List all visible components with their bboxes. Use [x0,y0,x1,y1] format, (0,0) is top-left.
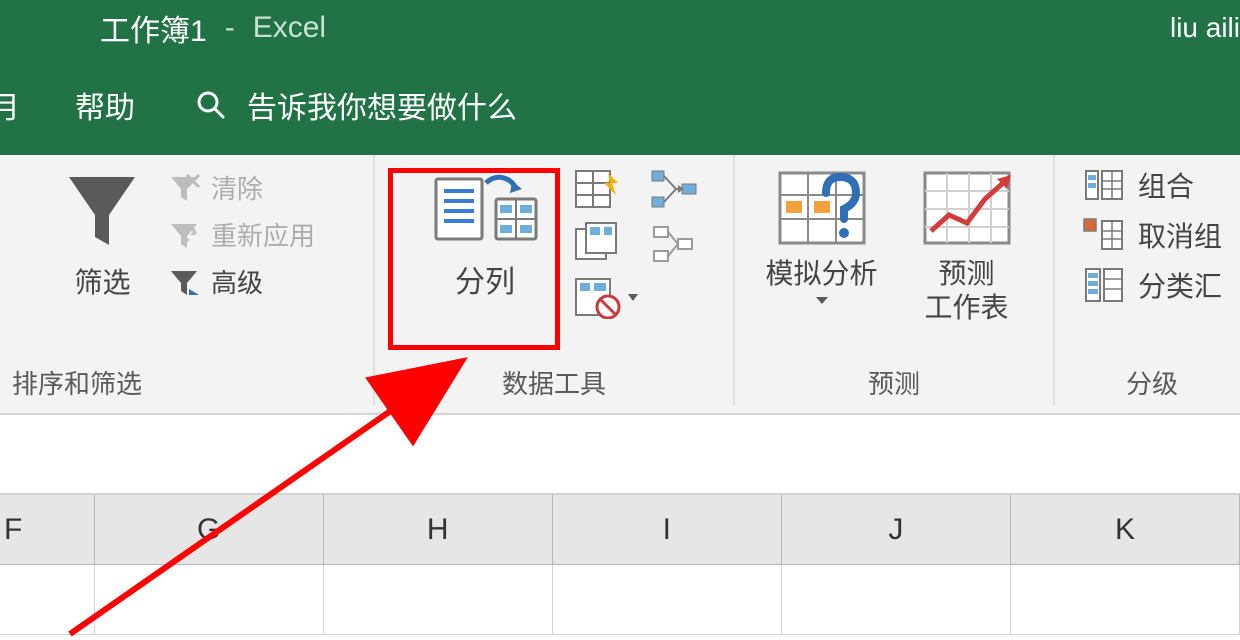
cell[interactable] [782,565,1011,635]
group-label-data-tools: 数据工具 [389,358,719,405]
clear-label: 清除 [211,169,263,206]
remove-duplicates-icon [574,221,622,265]
sheet-row-1 [0,565,1240,635]
subtotal-label: 分类汇 [1138,265,1222,305]
whatif-label: 模拟分析 [765,257,877,291]
col-header-j[interactable]: J [782,495,1011,564]
relationships-button[interactable] [650,221,698,265]
group-label-sort-filter: 排序和筛选 [6,358,359,405]
advanced-icon [167,265,201,299]
text-to-columns-label: 分列 [455,257,515,301]
cell[interactable] [1011,565,1240,635]
group-sort-filter: 筛选 清除 重新应用 [0,155,375,405]
reapply-label: 重新应用 [211,216,315,253]
formula-bar-area [0,415,1240,495]
filter-button[interactable]: 筛选 [50,165,155,301]
title-separator: - [225,11,235,45]
group-icon [1082,165,1126,205]
search-icon [195,89,227,121]
group-label-outline: 分级 [1069,358,1235,405]
consolidate-button[interactable] [650,167,698,211]
advanced-filter-button[interactable]: 高级 [167,263,315,300]
text-to-columns-icon [430,169,540,247]
flash-fill-icon [574,167,622,211]
col-header-g[interactable]: G [95,495,324,564]
col-header-k[interactable]: K [1011,495,1240,564]
relationships-icon [650,221,698,265]
flash-fill-button[interactable] [574,167,640,211]
user-name: liu aili [1170,12,1240,44]
subtotal-icon [1082,265,1126,305]
data-validation-icon [574,275,622,319]
cell[interactable] [0,565,95,635]
clear-icon [167,171,201,205]
consolidate-icon [650,167,698,211]
reapply-button[interactable]: 重新应用 [167,216,315,253]
dropdown-icon [626,290,640,304]
data-validation-button[interactable] [574,275,640,319]
group-label-forecast: 预测 [749,358,1039,405]
col-header-f[interactable]: F [0,495,95,564]
ungroup-icon [1082,215,1126,255]
tell-me-input[interactable]: 告诉我你想要做什么 [247,83,517,127]
title-bar: 工作簿1 - Excel liu aili [0,0,1240,55]
whatif-analysis-button[interactable]: 模拟分析 [749,165,894,305]
reapply-icon [167,218,201,252]
workbook-name: 工作簿1 [100,6,207,50]
group-outline: 组合 取消组 [1055,155,1235,405]
ribbon: 筛选 清除 重新应用 [0,155,1240,415]
menu-item-help[interactable]: 帮助 [75,83,135,127]
ungroup-button[interactable]: 取消组 [1082,215,1222,255]
menu-item-partial[interactable]: 月 [0,83,20,127]
forecast-sheet-label: 预测 工作表 [924,257,1008,324]
cell[interactable] [553,565,782,635]
col-header-h[interactable]: H [324,495,553,564]
col-header-i[interactable]: I [553,495,782,564]
clear-filter-button[interactable]: 清除 [167,169,315,206]
column-headers: F G H I J K [0,495,1240,565]
forecast-sheet-icon [917,165,1017,251]
group-data-tools: 分列 [375,155,735,405]
ungroup-label: 取消组 [1138,215,1222,255]
subtotal-button[interactable]: 分类汇 [1082,265,1222,305]
filter-label: 筛选 [74,261,130,301]
remove-duplicates-button[interactable] [574,221,640,265]
text-to-columns-button[interactable]: 分列 [410,165,560,301]
forecast-sheet-button[interactable]: 预测 工作表 [894,165,1039,324]
funnel-icon [59,165,145,255]
group-forecast: 模拟分析 预测 工作表 [735,155,1055,405]
cell[interactable] [95,565,324,635]
dropdown-icon [814,295,830,305]
app-name: Excel [253,11,326,45]
advanced-label: 高级 [211,263,263,300]
cell[interactable] [324,565,553,635]
whatif-icon [772,165,872,251]
group-rows-label: 组合 [1138,165,1194,205]
group-rows-button[interactable]: 组合 [1082,165,1222,205]
menu-bar: 月 帮助 告诉我你想要做什么 [0,55,1240,155]
